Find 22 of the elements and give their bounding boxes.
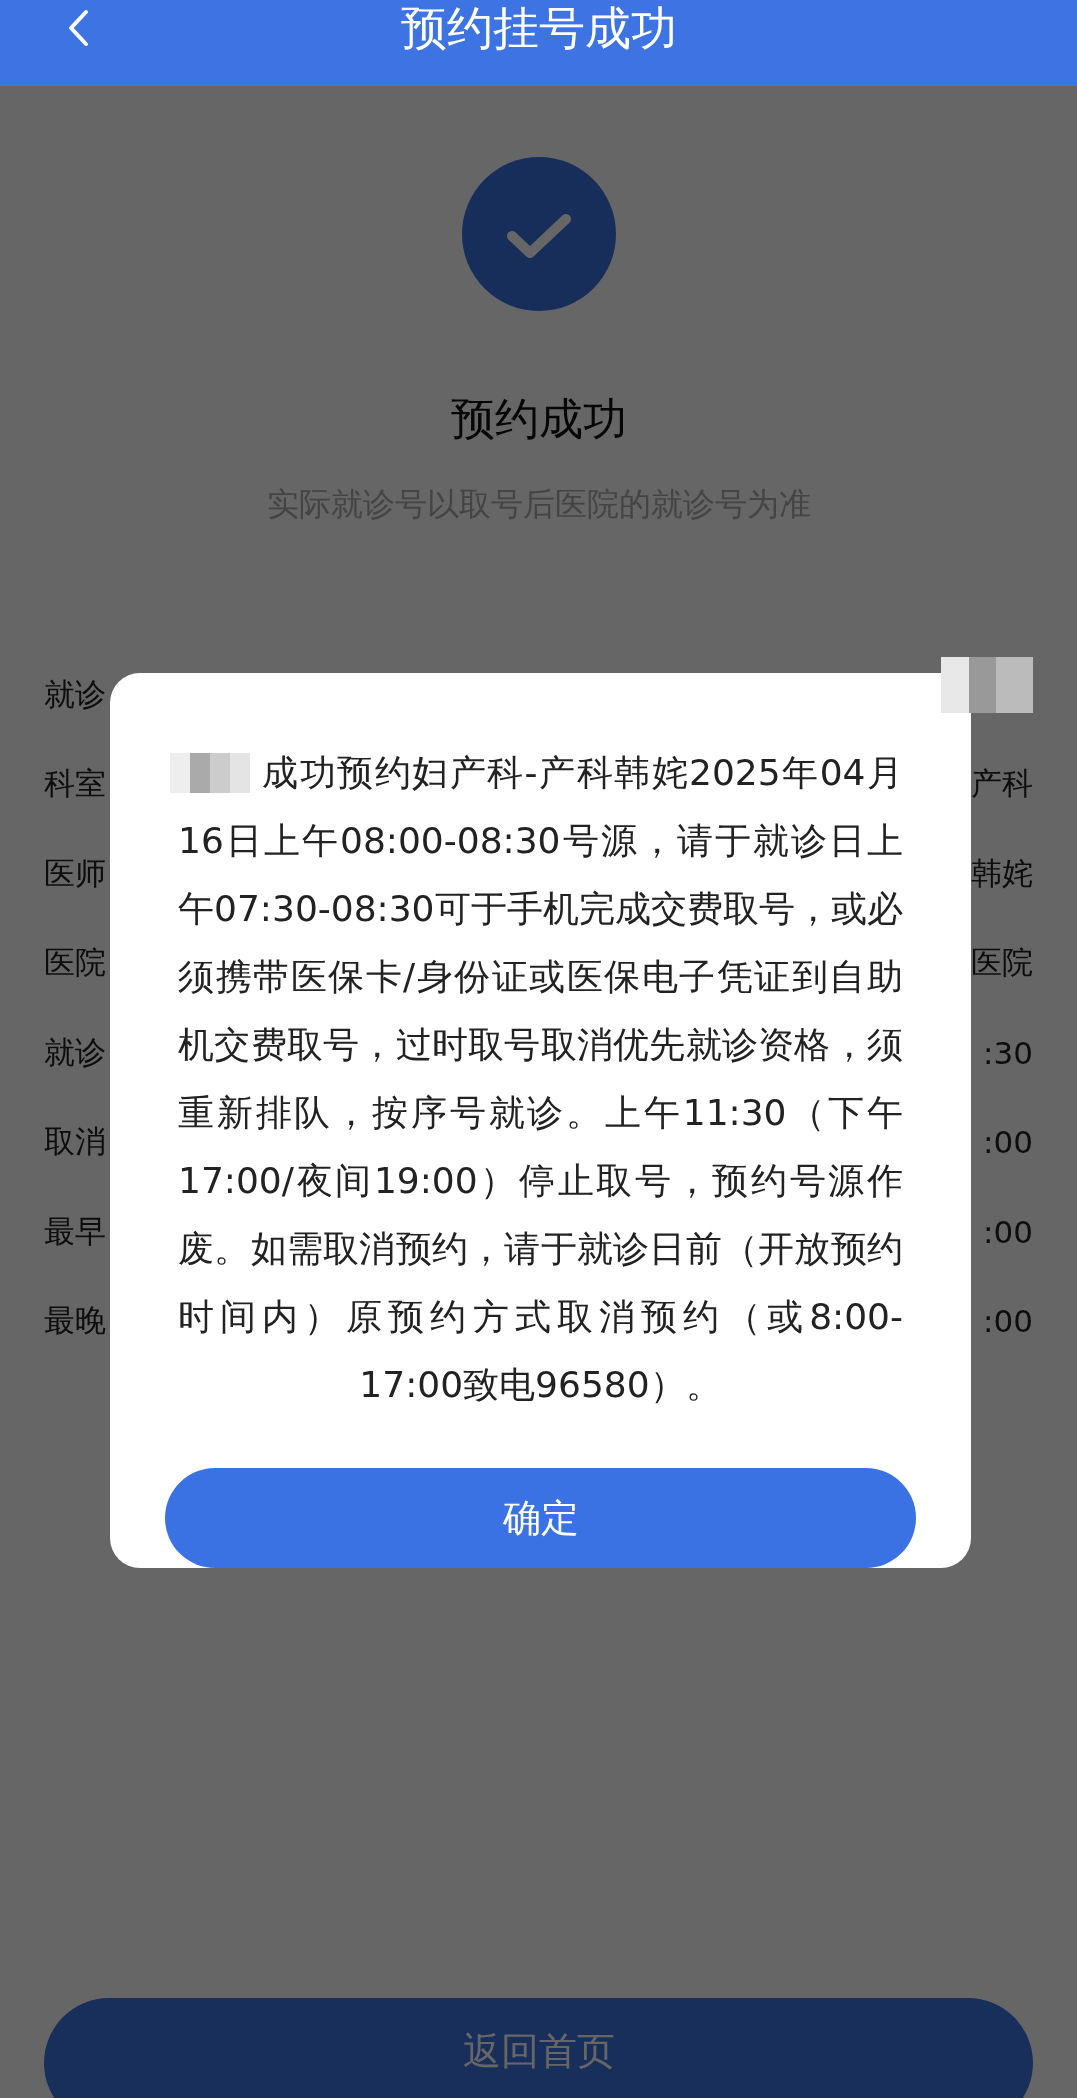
detail-label: 就诊 xyxy=(44,1032,106,1072)
confirm-button[interactable]: 确定 xyxy=(165,1468,916,1568)
detail-value: :00 xyxy=(983,1124,1033,1161)
detail-value: 产科 xyxy=(971,764,1033,804)
detail-value: 医院 xyxy=(971,943,1033,983)
check-circle-icon xyxy=(461,157,616,311)
page-title: 预约挂号成功 xyxy=(400,0,677,57)
detail-label: 取消 xyxy=(44,1122,106,1162)
detail-value: :00 xyxy=(983,1213,1033,1250)
result-title: 预约成功 xyxy=(450,392,627,446)
detail-value: :00 xyxy=(983,1303,1033,1340)
detail-label: 就诊 xyxy=(44,674,106,714)
detail-value: :30 xyxy=(983,1034,1033,1071)
back-home-button[interactable]: 返回首页 xyxy=(44,1998,1033,2098)
detail-label: 科室 xyxy=(44,764,106,804)
back-icon[interactable] xyxy=(66,8,90,48)
detail-label: 最晚 xyxy=(44,1301,106,1341)
detail-label: 医师 xyxy=(44,853,106,893)
detail-label: 医院 xyxy=(44,943,106,983)
detail-label: 最早 xyxy=(44,1211,106,1251)
detail-value: 韩姹 xyxy=(971,853,1033,893)
dialog-message: 成功预约妇产科-产科韩姹2025年04月16日上午08:00-08:30号源，请于就诊日上午07:30-08:30可于手机完成交费取号，或必须携带医保卡/身份证或医保电子凭证到自助机交费取号，过时取号取消优先就诊资格，须重新排队，按序号就诊。上午11:30（下午17:00/夜间19:00）停止取号，预约号源作废。如需取消预约，请于就诊日前（开放预约时间内）原预约方式取消预约（或8:00-17:00致电96580）。 xyxy=(178,751,903,1407)
